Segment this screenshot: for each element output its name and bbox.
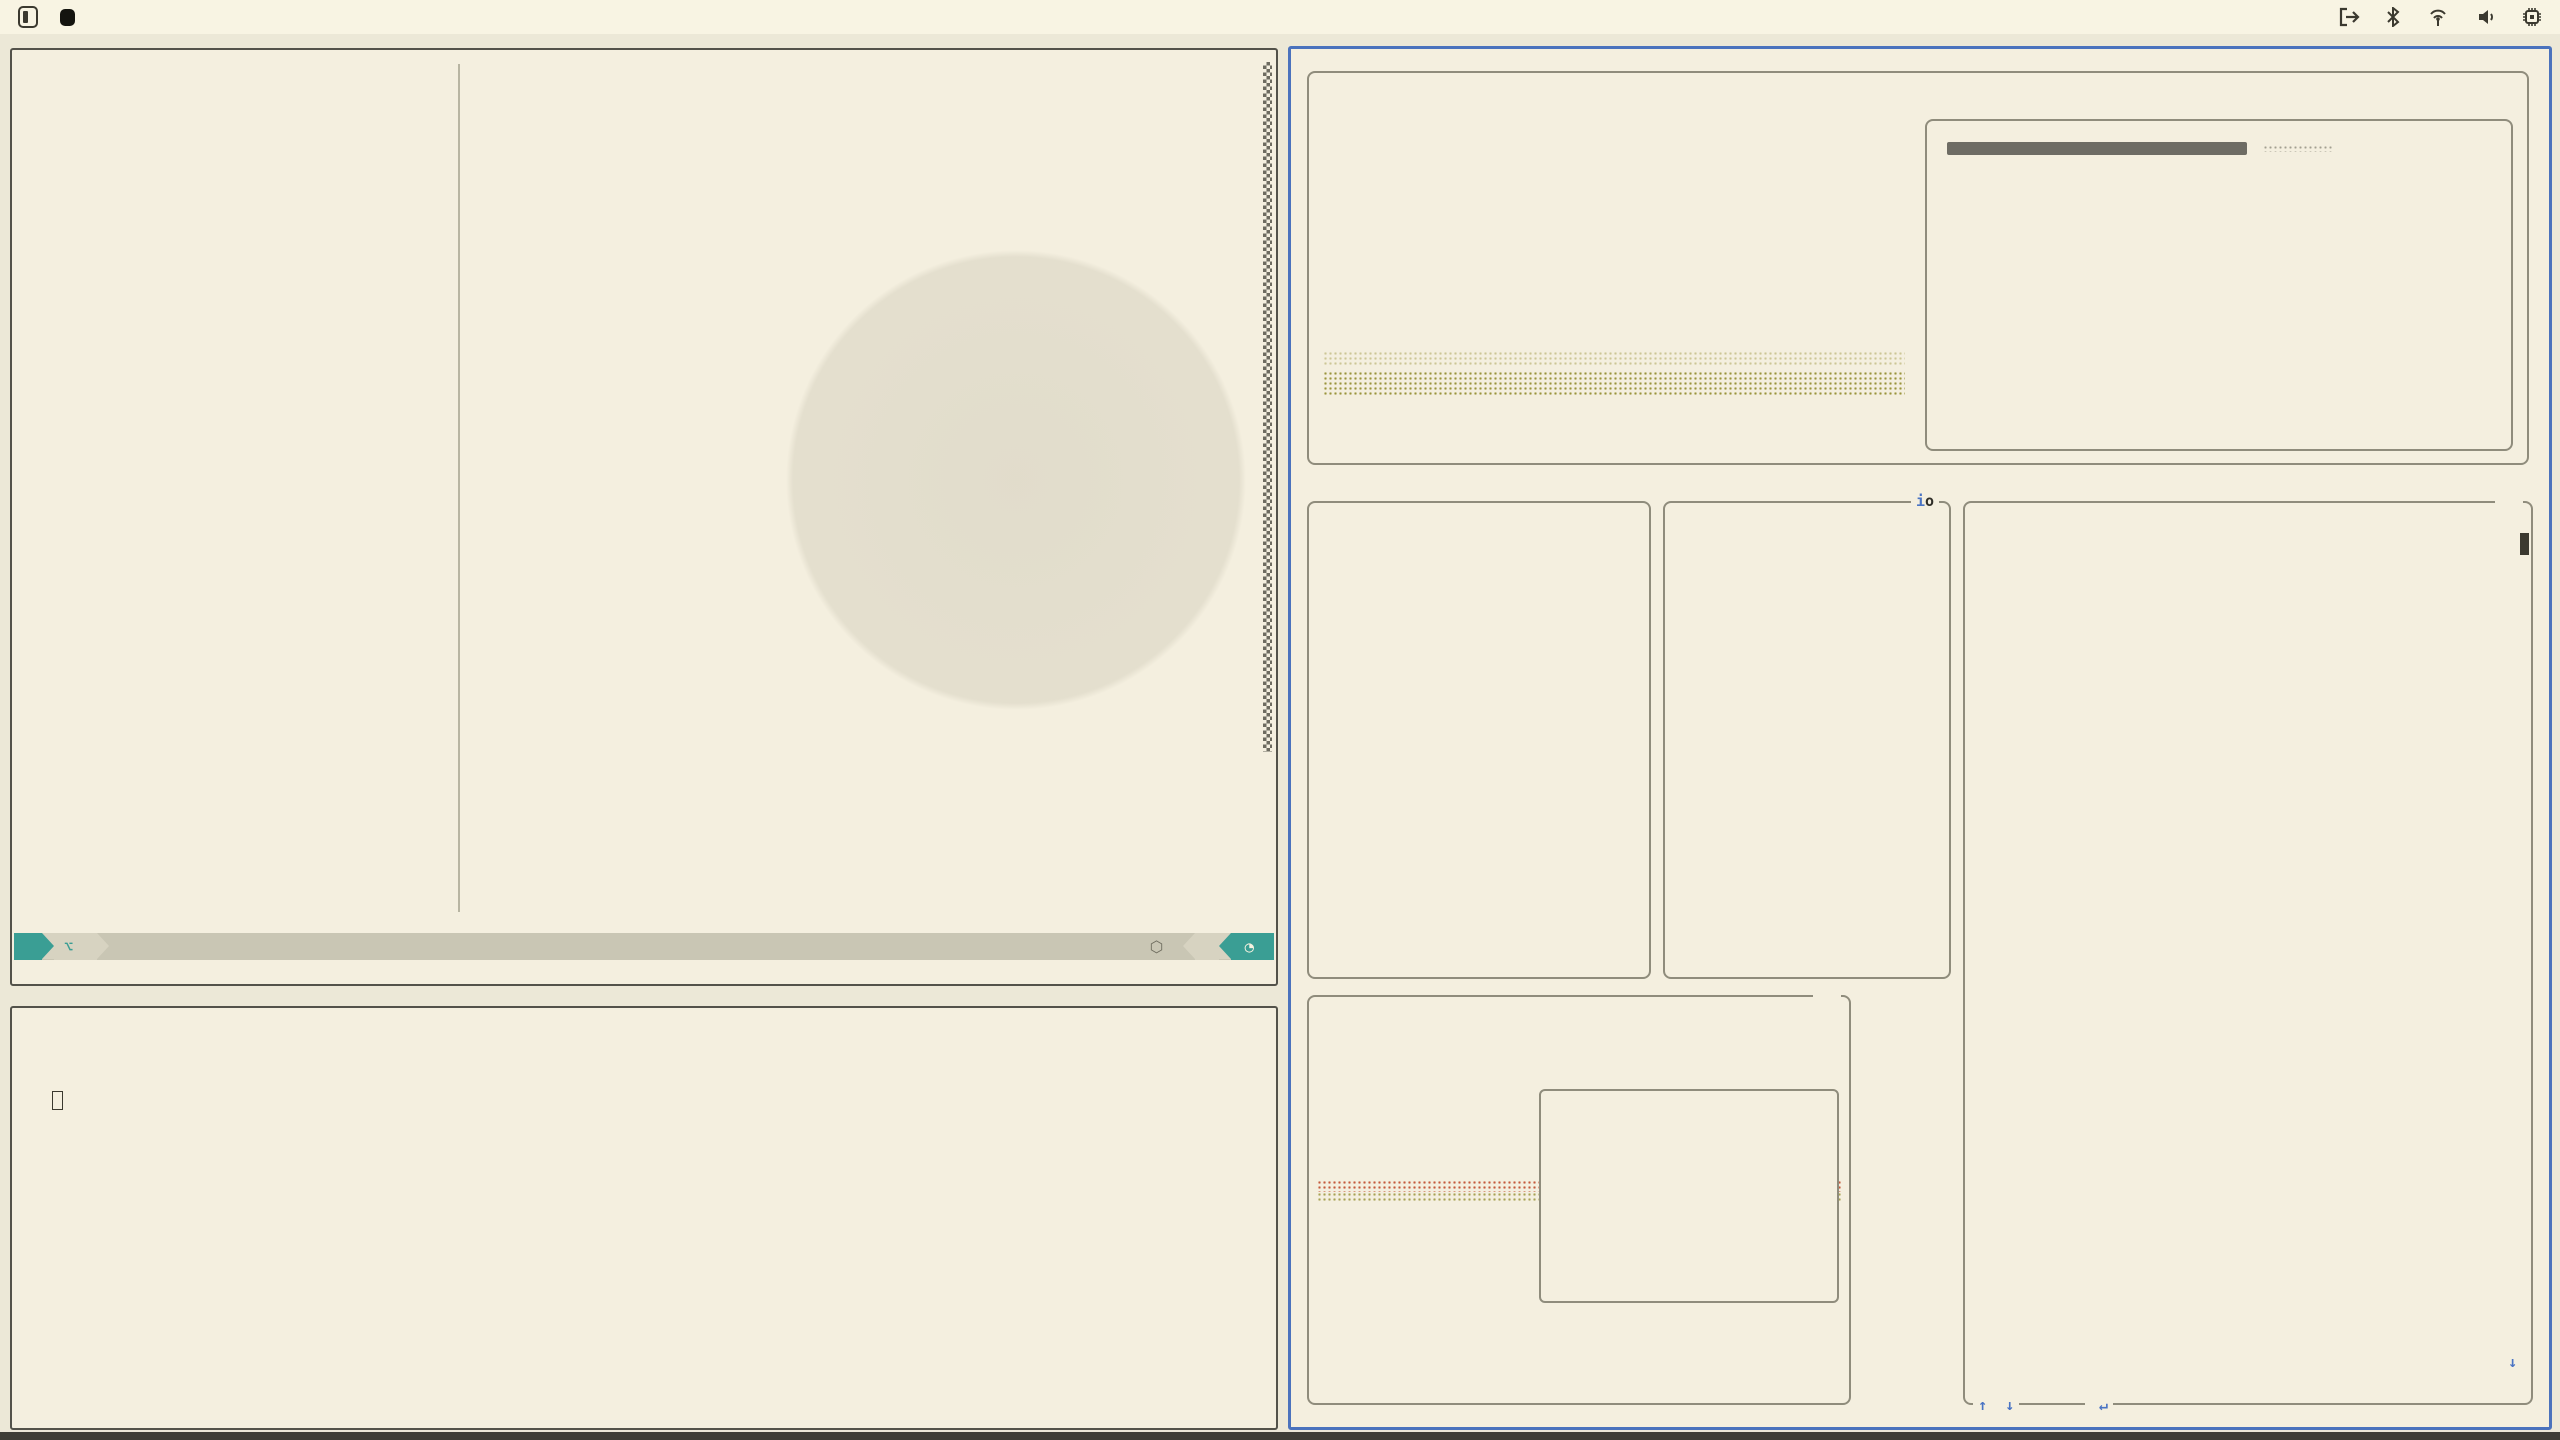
waybar [0,0,2560,34]
mem-stats [1319,511,1639,969]
cpu-history-graph [1323,351,1905,367]
proc-footer-select[interactable]: ↑ ↓ [1973,1396,2019,1414]
git-branch: ⌥ [54,933,97,960]
screen-bottom-edge [0,1432,2560,1440]
proc-footer-info[interactable]: ↵ [2085,1396,2113,1414]
clock-icon: ◔ [1245,938,1254,956]
bluetooth-icon[interactable] [2386,7,2400,27]
process-list[interactable] [1971,531,2525,1393]
btop-mem-box [1307,501,1651,979]
statusline-separator [97,933,109,959]
omarchy-logo-icon[interactable] [18,6,38,28]
volume-icon[interactable] [2476,7,2496,27]
statusline-right: ⬡ [1112,933,1183,960]
cpu-total-bar [1947,142,2247,155]
cpu-total-row [1939,135,2501,161]
download-total [1551,1146,1827,1169]
terminal-window[interactable] [10,1006,1278,1430]
upload-top [1551,1209,1827,1232]
plugin-count: ⬡ [1150,938,1173,956]
code-editor[interactable] [460,62,1262,914]
io-mode-button[interactable]: io [1911,492,1939,510]
file-tree[interactable] [24,62,448,914]
statusline-separator [1183,933,1195,959]
statusline-separator [42,933,54,959]
cpu-history-graph [1323,371,1905,395]
statusline-separator [1219,933,1231,959]
ls-header-row [30,1046,1258,1068]
vim-mode-badge [14,933,42,960]
upload-total [1551,1232,1827,1255]
download-speed [1551,1101,1827,1124]
vim-statusline: ⌥ ⬡ ◔ [14,933,1274,960]
net-stats-box [1539,1089,1839,1303]
editor-window[interactable]: ⌥ ⬡ ◔ [10,48,1278,986]
disk-list [1675,511,1939,969]
scroll-down-indicator: ↓ [2508,1353,2517,1371]
logout-icon[interactable] [2338,7,2360,27]
proc-scrollbar-thumb[interactable] [2520,533,2529,555]
file-path [109,933,1111,960]
cpu-icon[interactable] [2522,7,2542,27]
terminal-content[interactable] [12,1008,1276,1428]
statusline-clock: ◔ [1231,933,1274,960]
network-icon[interactable] [2426,7,2450,27]
btop-disks-box: io [1663,501,1951,979]
upload-speed [1551,1187,1827,1210]
sort-column-switcher[interactable] [2495,492,2523,510]
cursor-position [1195,933,1219,960]
net-interface-switcher[interactable] [1813,986,1841,1004]
workspace-1-active[interactable] [60,9,75,26]
system-tray [2338,7,2542,27]
proc-table-header [1965,503,2531,529]
workspace-switcher [18,6,163,28]
download-top [1551,1124,1827,1147]
cpu-details-box [1925,119,2513,451]
btop-proc-box: ↓ ↑ ↓ ↵ [1963,501,2533,1405]
btop-window[interactable]: io [1288,46,2552,1430]
branch-icon: ⌥ [64,938,73,956]
btop-cpu-box [1307,71,2529,465]
btop-net-box [1307,995,1851,1405]
desktop: ⌥ ⬡ ◔ [0,0,2560,1440]
editor-scrollbar[interactable] [1263,62,1272,752]
terminal-cursor [52,1091,63,1110]
